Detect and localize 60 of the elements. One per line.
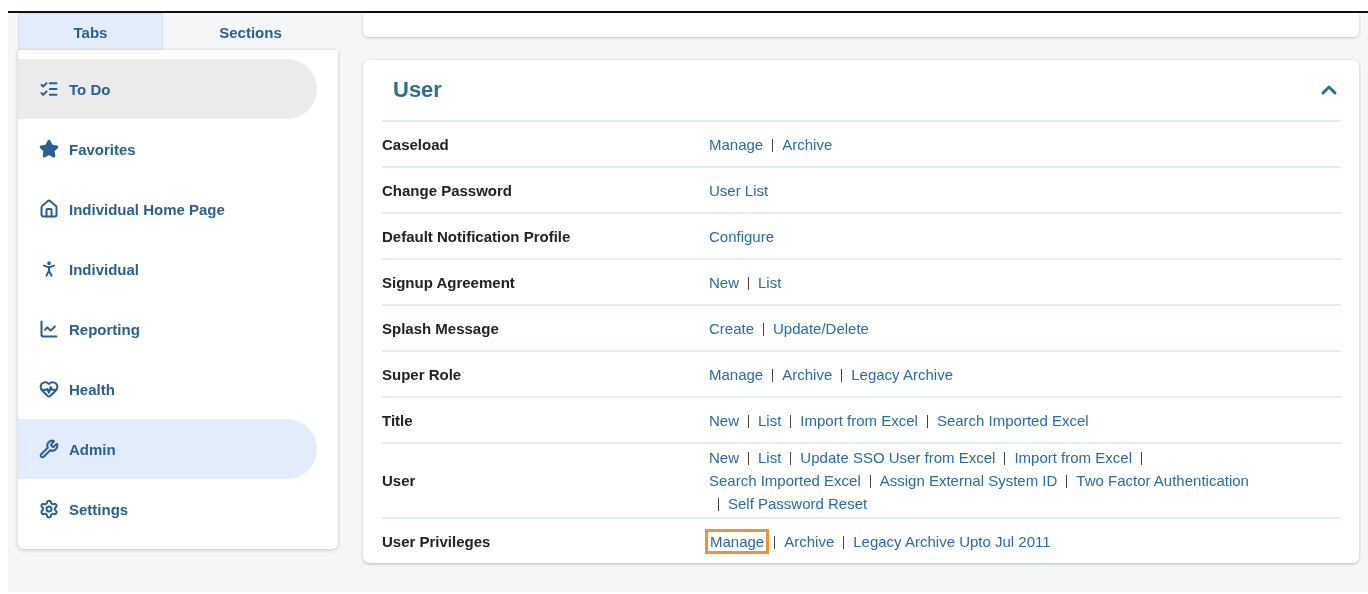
- action-link[interactable]: Archive: [784, 532, 835, 550]
- sidebar-item[interactable]: Individual Home Page: [18, 179, 317, 239]
- sidebar-item-label: Individual: [69, 260, 139, 278]
- action-link[interactable]: Create: [709, 319, 755, 337]
- action-link[interactable]: Self Password Reset: [728, 495, 868, 512]
- sidebar-item[interactable]: Individual: [18, 239, 317, 299]
- action-link[interactable]: Update SSO User from Excel: [800, 449, 996, 466]
- sidebar-item-label: Reporting: [69, 320, 140, 338]
- action-link[interactable]: Configure: [709, 227, 775, 245]
- star-icon: [39, 139, 59, 159]
- sidebar-tab[interactable]: Tabs: [18, 13, 163, 50]
- sidebar-item-label: Settings: [69, 500, 129, 518]
- sidebar-item-label: Favorites: [69, 140, 136, 158]
- action-link[interactable]: Import from Excel: [800, 411, 918, 429]
- row-label: Default Notification Profile: [382, 227, 572, 245]
- sidebar-item[interactable]: Health: [18, 359, 317, 419]
- row-label: Change Password: [382, 181, 514, 199]
- section-title: User: [393, 77, 442, 103]
- action-link[interactable]: New: [709, 273, 739, 291]
- action-link[interactable]: List: [758, 449, 782, 466]
- row-label: Title: [382, 411, 414, 429]
- sidebar-item[interactable]: Reporting: [18, 299, 317, 359]
- action-link[interactable]: Update/Delete: [773, 319, 869, 337]
- row-label: Signup Agreement: [382, 273, 516, 291]
- action-link[interactable]: New: [709, 411, 739, 429]
- settings-icon: [39, 499, 59, 519]
- row-label: Caseload: [382, 135, 450, 153]
- house-icon: [39, 199, 59, 219]
- action-link[interactable]: Manage: [709, 135, 764, 153]
- sidebar-tab[interactable]: Sections: [163, 13, 338, 50]
- action-link[interactable]: User List: [709, 181, 769, 199]
- action-link[interactable]: Legacy Archive: [851, 365, 953, 383]
- sidebar-item[interactable]: Settings: [18, 479, 317, 539]
- action-link[interactable]: Assign External System ID: [879, 472, 1058, 489]
- row-label: User: [382, 472, 417, 489]
- sidebar-item-label: Health: [69, 380, 115, 398]
- heart-pulse-icon: [39, 379, 59, 399]
- wrench-icon: [39, 439, 59, 459]
- checklist-icon: [39, 79, 59, 99]
- action-link[interactable]: Archive: [782, 365, 833, 383]
- sidebar-item-label: Individual Home Page: [69, 200, 225, 218]
- action-link[interactable]: Manage: [709, 365, 764, 383]
- row-label: Splash Message: [382, 319, 500, 337]
- row-label: User Privileges: [382, 532, 492, 550]
- row-label: Super Role: [382, 365, 463, 383]
- sidebar-item-label: Admin: [69, 440, 116, 458]
- action-link[interactable]: Two Factor Authentication: [1076, 472, 1249, 489]
- action-link[interactable]: Search Imported Excel: [936, 411, 1089, 429]
- action-link[interactable]: Legacy Archive Upto Jul 2011: [853, 532, 1051, 550]
- action-link[interactable]: List: [758, 411, 782, 429]
- action-link[interactable]: Archive: [782, 135, 833, 153]
- action-link[interactable]: Search Imported Excel: [709, 472, 861, 489]
- action-link[interactable]: New: [709, 449, 739, 466]
- action-link[interactable]: Import from Excel: [1014, 449, 1132, 466]
- sidebar-item[interactable]: Admin: [18, 419, 317, 479]
- action-link[interactable]: List: [758, 273, 782, 291]
- sidebar-item[interactable]: Favorites: [18, 119, 317, 179]
- sidebar-item[interactable]: To Do: [18, 59, 317, 119]
- line-chart-icon: [39, 319, 59, 339]
- sidebar-item-label: To Do: [69, 80, 111, 98]
